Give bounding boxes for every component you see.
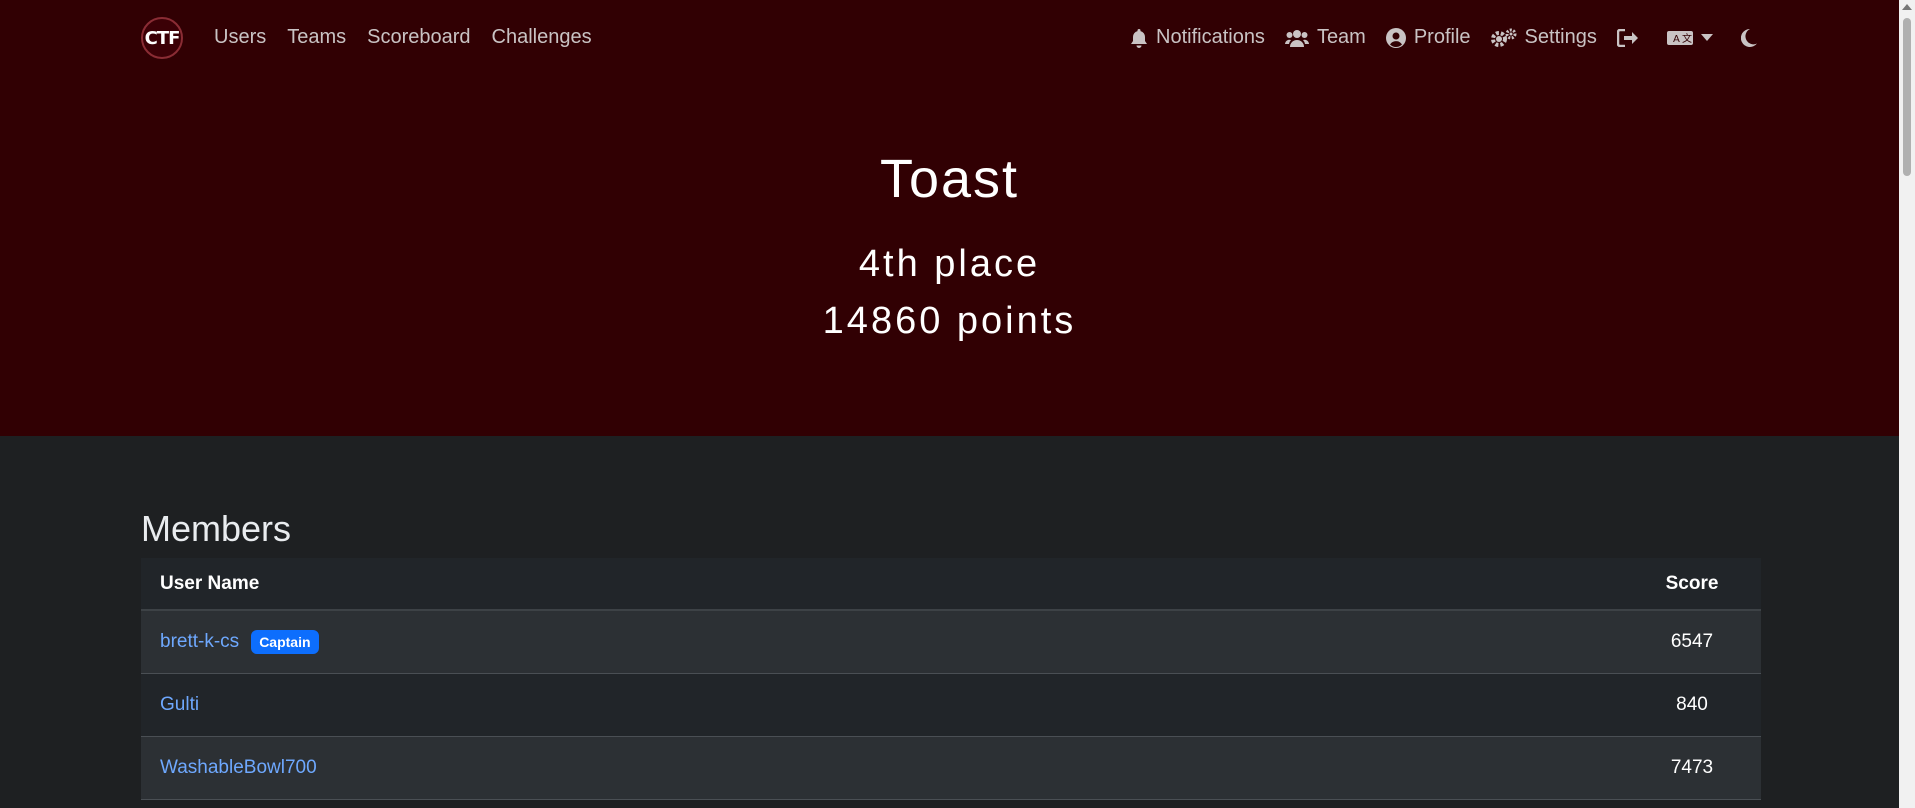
scrollbar-thumb[interactable] [1903,18,1911,176]
nav-language-dropdown[interactable]: A文 [1666,30,1721,46]
member-link[interactable]: Gulti [160,694,199,715]
member-score: 6547 [1623,610,1761,674]
nav-teams[interactable]: Teams [287,26,346,49]
nav-logout[interactable] [1616,28,1647,47]
nav-team[interactable]: Team [1284,26,1366,49]
column-header-score: Score [1623,558,1761,611]
gears-icon [1490,28,1517,47]
member-score: 7473 [1623,736,1761,800]
table-row: Gulti 840 [141,673,1761,737]
team-name: Toast [879,149,1020,209]
nav-settings-label: Settings [1524,26,1597,48]
user-circle-icon [1385,27,1406,48]
member-cell: WashableBowl700 [141,736,1623,800]
nav-theme-toggle[interactable] [1740,28,1765,47]
nav-settings[interactable]: Settings [1490,26,1597,49]
bell-icon [1131,28,1147,48]
member-cell: brett-k-cs Captain [141,610,1623,674]
moon-icon [1740,28,1757,47]
language-icon: A文 [1666,30,1693,45]
nav-profile[interactable]: Profile [1385,26,1471,49]
top-navbar: CTF Users Teams Scoreboard Challenges No… [0,0,1899,78]
member-score: 840 [1623,673,1761,737]
nav-users[interactable]: Users [214,26,266,49]
members-table: User Name Score brett-k-cs Captain 6547 G… [141,558,1761,800]
members-table-header: User Name Score [141,558,1761,611]
ctf-logo[interactable]: CTF [141,17,183,59]
column-header-user-name: User Name [141,558,1623,611]
captain-badge: Captain [251,630,319,654]
table-row: WashableBowl700 7473 [141,736,1761,800]
member-link[interactable]: WashableBowl700 [160,757,317,778]
logout-icon [1616,28,1638,47]
users-icon [1284,29,1309,47]
nav-team-label: Team [1316,26,1366,48]
nav-scoreboard[interactable]: Scoreboard [367,26,470,49]
team-place: 4th place [858,243,1041,285]
caret-down-icon [1700,33,1713,41]
nav-notifications-label: Notifications [1156,26,1265,48]
nav-notifications[interactable]: Notifications [1130,26,1265,49]
member-link[interactable]: brett-k-cs [160,631,239,652]
member-cell: Gulti [141,673,1623,737]
nav-challenges[interactable]: Challenges [492,26,592,49]
svg-text:文: 文 [1682,32,1692,45]
nav-left-links: Users Teams Scoreboard Challenges [214,26,613,49]
scroll-up-arrow-icon[interactable] [1902,4,1912,10]
table-row: brett-k-cs Captain 6547 [141,610,1761,674]
team-points: 14860 points [822,300,1077,342]
nav-right-links: Notifications Team Profile Settings A文 [1130,26,1785,49]
members-heading: Members [141,508,292,549]
svg-text:A: A [1673,34,1680,45]
nav-profile-label: Profile [1413,26,1471,48]
